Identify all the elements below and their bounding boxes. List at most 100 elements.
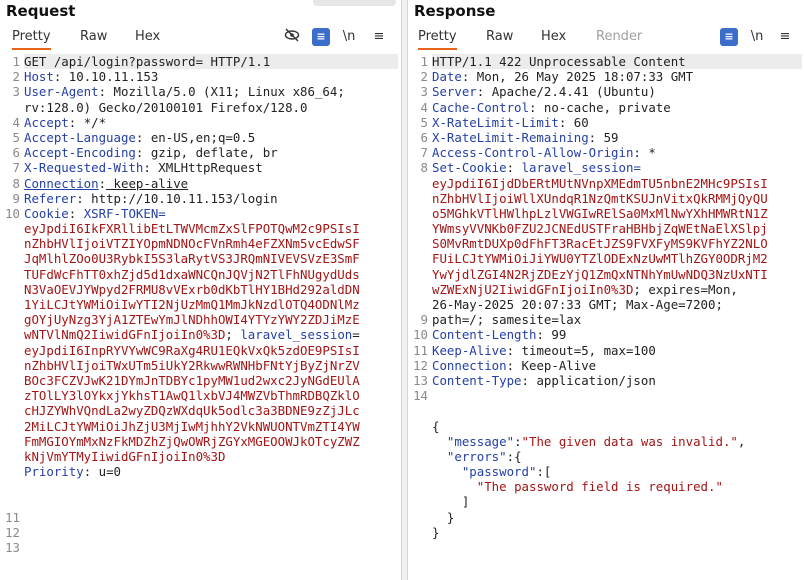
word-wrap-icon[interactable]: ≡ xyxy=(312,28,330,46)
response-tab-hex[interactable]: Hex xyxy=(541,28,566,50)
panel-divider[interactable] xyxy=(401,0,408,580)
header-value: application/json xyxy=(529,372,656,388)
line-number xyxy=(408,449,430,464)
comma: , xyxy=(737,433,746,449)
request-line: cHJZYWhVQndLa2wyZDQzWXdqUk5odlc3a3BDNE9z… xyxy=(24,403,398,418)
request-line: Referer: http://10.10.11.153/login xyxy=(24,191,398,206)
header-value: http://10.10.11.153/login xyxy=(83,190,278,206)
line-text: rv:128.0) Gecko/20100101 Firefox/128.0 xyxy=(24,99,308,115)
request-tab-pretty[interactable]: Pretty xyxy=(12,28,51,50)
json-string: "The password field is required." xyxy=(476,479,723,495)
line-number xyxy=(0,267,22,282)
separator: ; xyxy=(225,327,241,343)
line-number: 2 xyxy=(12,69,20,85)
colon-brace: :{ xyxy=(506,448,522,464)
line-number xyxy=(408,434,430,449)
json-open: { xyxy=(432,419,802,434)
response-header: Cache-Control: no-cache, private xyxy=(432,100,802,115)
colon: : xyxy=(633,145,641,161)
response-tab-raw[interactable]: Raw xyxy=(486,28,513,50)
request-code[interactable]: GET /api/login?password= HTTP/1.1 Host: 1… xyxy=(24,54,398,510)
request-line: Priority: u=0 xyxy=(24,464,398,479)
colon: : xyxy=(506,342,515,358)
header-name: Host xyxy=(24,69,54,85)
line-number: 6 xyxy=(12,145,20,161)
newline-toggle-icon[interactable]: \n xyxy=(748,28,766,46)
line-number xyxy=(408,251,430,266)
cookie-value: FmMGIOYmMxNzFkMDZhZjQwOWRjZGYxMGEOOWJkOT… xyxy=(24,433,360,449)
equals: = xyxy=(352,327,360,343)
colon: : xyxy=(536,327,544,343)
header-value: gzip, deflate, br xyxy=(143,145,278,161)
line-number: 11 xyxy=(5,509,20,525)
cookie-value: nZhbHVlIjoiTWxUTm5iUkY2RkwwRWNHbFNtYjByZ… xyxy=(24,357,360,373)
header-name: Keep-Alive xyxy=(432,342,507,358)
line-number xyxy=(0,251,22,266)
bracket: ] xyxy=(432,494,470,510)
header-value: Mozilla/5.0 (X11; Linux x86_64; xyxy=(106,84,345,100)
header-value: 60 xyxy=(566,114,589,130)
request-line: X-Requested-With: XMLHttpRequest xyxy=(24,160,398,175)
cookie-line: nZhbHVlIjoiWllXUndqR1NzQmtKSUJnVitxQkRMM… xyxy=(432,191,802,206)
header-name: Accept-Language xyxy=(24,129,136,145)
line-number: 6 xyxy=(420,129,428,145)
line-number xyxy=(408,206,430,221)
cookie-value: eyJpdiI6IkFXRllibEtLTWVMcmZxSlFPOTQwM2c9… xyxy=(24,221,360,237)
response-tab-render[interactable]: Render xyxy=(596,28,642,50)
line-number: 12 xyxy=(5,524,20,540)
response-code[interactable]: HTTP/1.1 422 Unprocessable Content Date: … xyxy=(432,54,802,540)
response-tab-pretty[interactable]: Pretty xyxy=(418,28,457,50)
colon: : xyxy=(143,160,151,176)
request-line: zTOlLY3lOYkxjYkhsT1AwQ1lxbVJ4MWZVbThmRDB… xyxy=(24,388,398,403)
header-name: Referer xyxy=(24,190,77,206)
json-key: "message" xyxy=(446,433,515,449)
request-line: TUFdWcFhTT0xhZjd5d1dxaWNCQnJQVjN2TlFhNUg… xyxy=(24,267,398,282)
header-name: Accept-Encoding xyxy=(24,145,136,161)
header-value: Keep-Alive xyxy=(514,357,597,373)
header-name: Cookie xyxy=(24,205,69,221)
line-number xyxy=(0,388,22,403)
cookie-value: YwYjdlZGI4N2RjZDEzYjQ1ZmQxNTNhYmUwNDQ3Nz… xyxy=(432,266,768,282)
cookie-value: S0MvRmtDUXp0dFhFT3RacEtJZS9FVXFyMS9KVFhY… xyxy=(432,236,768,252)
response-tabs: Pretty Raw Hex Render xyxy=(408,28,804,50)
request-line: Connection: keep-alive xyxy=(24,176,398,191)
line-number xyxy=(0,494,22,509)
cookie-value: eyJpdiI6IjdDbERtMUtNVnpXMEdmTU5nbnE2MHc9… xyxy=(432,175,768,191)
json-password: "password":[ xyxy=(432,464,802,479)
header-name: Connection xyxy=(432,357,507,373)
header-value: en-US,en;q=0.5 xyxy=(143,129,256,145)
cookie-value: gOYjUyNzg3YjA1ZTEwYmJlNDhhOWI4YTYzYWY2ZD… xyxy=(24,312,360,328)
header-name: Accept xyxy=(24,114,69,130)
line-number xyxy=(408,221,430,236)
header-value: 10.10.11.153 xyxy=(61,69,159,85)
line-number: 4 xyxy=(420,99,428,115)
line-number xyxy=(0,297,22,312)
line-number xyxy=(0,358,22,373)
menu-icon[interactable]: ≡ xyxy=(370,28,388,46)
line-number xyxy=(408,464,430,479)
line-number xyxy=(408,176,430,191)
request-tab-raw[interactable]: Raw xyxy=(80,28,107,50)
cookie-value: nZhbHVlIjoiWllXUndqR1NzQmtKSUJnVitxQkRMM… xyxy=(432,190,768,206)
cookie-value: kNjVmYTMyIiwidGFnIjoiIn0%3D xyxy=(24,448,226,464)
cookie-attr-line: 26-May-2025 20:07:33 GMT; Max-Age=7200; xyxy=(432,297,802,312)
response-header: Connection: Keep-Alive xyxy=(432,358,802,373)
word-wrap-icon[interactable]: ≡ xyxy=(720,28,738,46)
request-line: nZhbHVlIjoiVTZIYOpmNDNOcFVnRmh4eFZXNm5vc… xyxy=(24,236,398,251)
response-header: Keep-Alive: timeout=5, max=100 xyxy=(432,343,802,358)
request-line: eyJpdiI6IkFXRllibEtLTWVMcmZxSlFPOTQwM2c9… xyxy=(24,221,398,236)
line-number xyxy=(408,419,430,434)
colon: : xyxy=(521,372,529,388)
newline-toggle-icon[interactable]: \n xyxy=(340,28,358,46)
line-number xyxy=(0,343,22,358)
menu-icon[interactable]: ≡ xyxy=(776,28,794,46)
request-line: 1YiLCJtYWMiOiIwYTI2NjUzMmQ1MmJkNzdlOTQ4O… xyxy=(24,297,398,312)
hide-eye-icon[interactable] xyxy=(283,28,301,46)
request-tab-hex[interactable]: Hex xyxy=(135,28,160,50)
cookie-value: zTOlLY3lOYkxjYkhsT1AwQ1lxbVJ4MWZVbThmRDB… xyxy=(24,388,360,404)
